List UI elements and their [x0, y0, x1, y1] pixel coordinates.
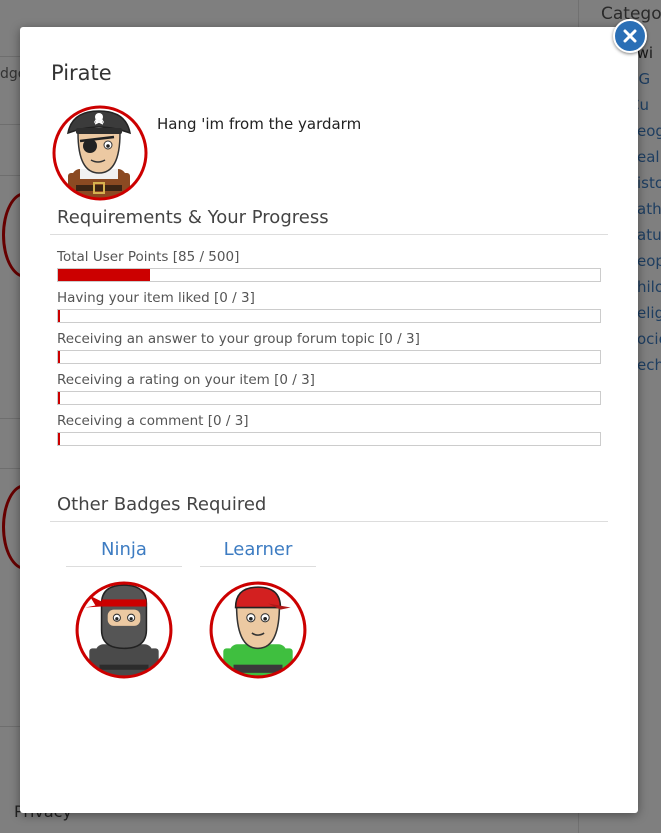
requirement-label: Total User Points [85 / 500]	[57, 249, 240, 265]
badge-detail-modal: Pirate Hang 'im from the yardarm Require…	[20, 27, 638, 813]
requirements-heading: Requirements & Your Progress	[50, 207, 608, 235]
close-icon[interactable]	[623, 29, 637, 43]
requirement-progress-bar	[57, 391, 601, 405]
badge-title: Pirate	[51, 61, 112, 85]
progress-fill	[58, 433, 60, 445]
requirement-label: Receiving a comment [0 / 3]	[57, 413, 249, 429]
requirement-progress-bar	[57, 309, 601, 323]
badge-description: Hang 'im from the yardarm	[157, 115, 362, 133]
ninja-avatar-icon[interactable]	[73, 579, 175, 681]
requirement-progress-bar	[57, 350, 601, 364]
progress-fill	[58, 310, 60, 322]
requirement-label: Having your item liked [0 / 3]	[57, 290, 255, 306]
progress-fill	[58, 392, 60, 404]
progress-fill	[58, 269, 151, 281]
required-badge-ninja[interactable]: Ninja	[66, 539, 182, 679]
requirement-progress-bar	[57, 268, 601, 282]
learner-avatar-icon[interactable]	[207, 579, 309, 681]
requirement-progress-bar	[57, 432, 601, 446]
required-badge-learner[interactable]: Learner	[200, 539, 316, 679]
progress-fill	[58, 351, 60, 363]
badge-link-learner[interactable]: Learner	[200, 539, 316, 567]
badge-link-ninja[interactable]: Ninja	[66, 539, 182, 567]
other-badges-heading: Other Badges Required	[50, 494, 608, 522]
close-button[interactable]	[613, 19, 647, 53]
pirate-avatar-icon	[52, 105, 148, 201]
requirement-label: Receiving a rating on your item [0 / 3]	[57, 372, 315, 388]
requirement-label: Receiving an answer to your group forum …	[57, 331, 420, 347]
